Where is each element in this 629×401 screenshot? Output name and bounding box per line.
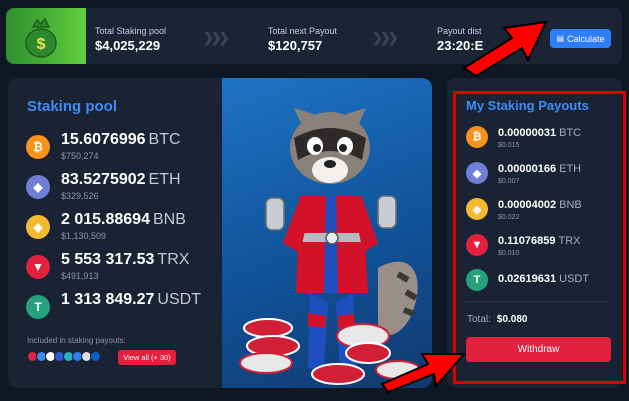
stat-label: Total next Payout — [268, 26, 338, 36]
coin-icon — [90, 351, 101, 362]
money-bag-panel: $ — [6, 8, 86, 64]
total-next-payout-stat: Total next Payout $120,757 — [268, 26, 337, 53]
calculator-icon: ▤ — [556, 34, 565, 43]
bnb-icon: ◈ — [466, 198, 488, 220]
ethereum-icon: ◆ — [26, 175, 50, 199]
asset-amount: 2 015.88694 BNB — [61, 211, 186, 228]
payout-amount: 0.00000166 ETH — [498, 163, 582, 175]
chevrons-decoration: ❯❯❯ — [372, 30, 399, 45]
stat-label: Total Staking pool — [95, 26, 167, 36]
tron-icon: ▼ — [466, 234, 488, 256]
tron-icon: ▼ — [26, 255, 50, 279]
divider — [466, 301, 609, 302]
ethereum-icon: ◆ — [466, 162, 488, 184]
payout-total: Total: $0.080 — [467, 314, 528, 325]
calculate-button[interactable]: ▤ Calculate — [550, 29, 611, 48]
bitcoin-icon: ₿ — [26, 135, 50, 159]
bitcoin-icon: ₿ — [466, 126, 488, 148]
asset-usd-value: $750,274 — [61, 151, 99, 161]
asset-usd-value: $491,913 — [61, 271, 99, 281]
asset-amount: 83.5275902 ETH — [61, 171, 181, 188]
payout-amount: 0.00004002 BNB — [498, 199, 582, 211]
chevrons-decoration: ❯❯❯ — [203, 30, 230, 45]
payout-amount: 0.00000031 BTC — [498, 127, 582, 139]
asset-usd-value: $1,130,509 — [61, 231, 107, 241]
included-coins-icons — [27, 351, 101, 363]
tether-icon: T — [466, 269, 488, 291]
payout-amount: 0.02619631 USDT — [498, 273, 590, 285]
withdraw-button[interactable]: Withdraw — [466, 337, 611, 362]
annotation-arrow — [380, 353, 467, 394]
total-staking-pool-stat: Total Staking pool $4,025,229 — [95, 26, 166, 53]
payout-usd: $0.010 — [498, 250, 520, 257]
view-all-button[interactable]: View all (+ 30) — [118, 350, 176, 365]
calculate-label: Calculate — [567, 33, 605, 44]
payout-usd: $0.022 — [498, 214, 520, 221]
stat-value: $120,757 — [268, 38, 323, 53]
svg-text:$: $ — [37, 36, 46, 53]
staking-pool-card: Staking pool ₿ 15.6076996 BTC $750,274 ◆ … — [8, 78, 432, 388]
staking-pool-title: Staking pool — [27, 98, 117, 115]
asset-amount: 1 313 849.27 USDT — [61, 291, 201, 308]
tether-icon: T — [26, 295, 50, 319]
asset-amount: 5 553 317.53 TRX — [61, 251, 190, 268]
asset-amount: 15.6076996 BTC — [61, 131, 181, 148]
payout-amount: 0.11076859 TRX — [498, 235, 581, 247]
payout-usd: $0.007 — [498, 178, 520, 185]
asset-usd-value: $329,526 — [61, 191, 99, 201]
included-label: Included in staking payouts: — [27, 336, 126, 345]
stat-value: $4,025,229 — [95, 38, 161, 53]
money-bag-icon: $ — [25, 17, 57, 58]
payout-usd: $0.015 — [498, 142, 520, 149]
bnb-icon: ◈ — [26, 215, 50, 239]
annotation-arrow — [462, 20, 548, 78]
payouts-title: My Staking Payouts — [466, 98, 589, 113]
